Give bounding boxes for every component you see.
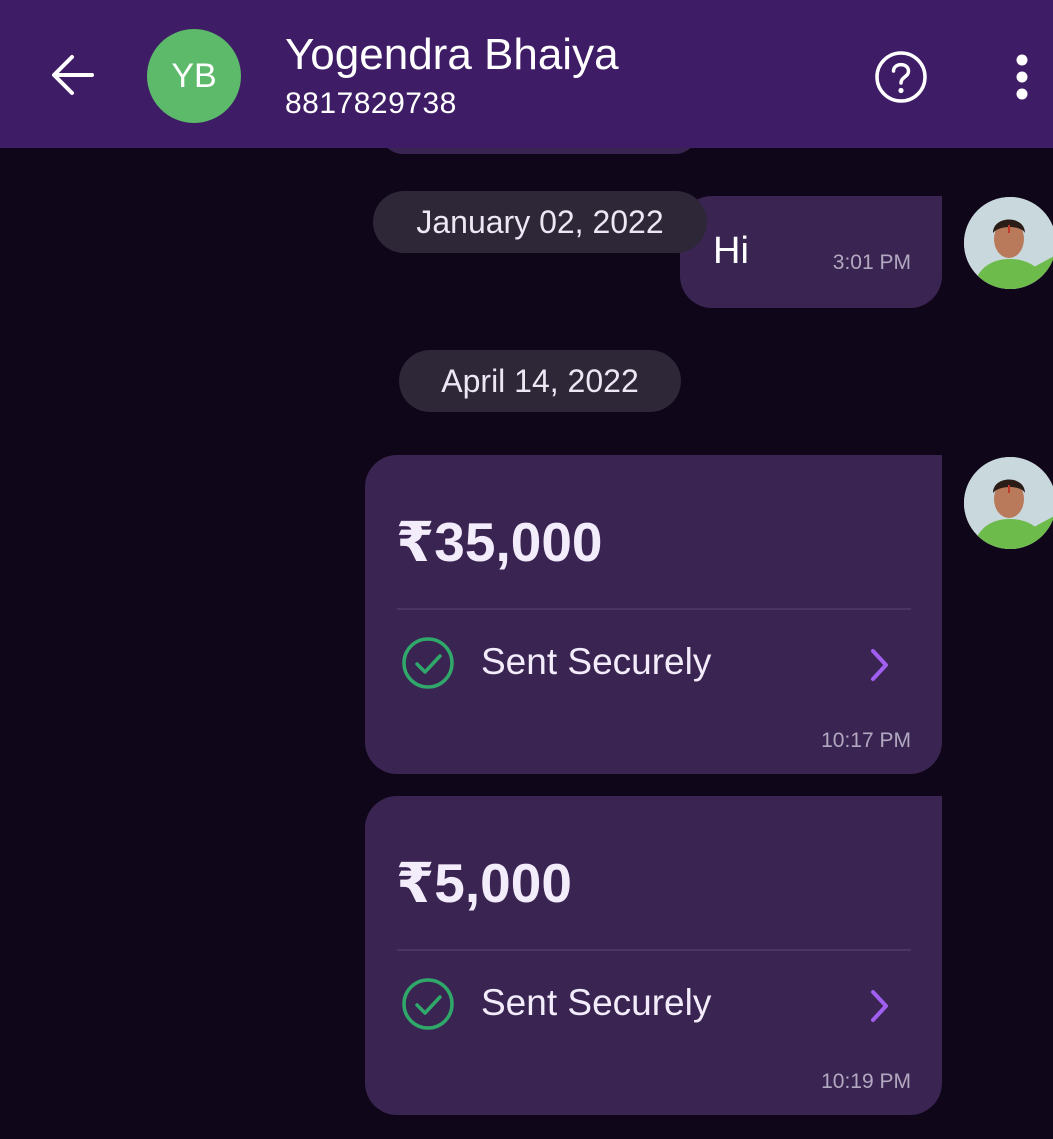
message-time: 10:17 PM <box>821 729 911 752</box>
check-circle-icon <box>402 978 454 1030</box>
message-time: 10:19 PM <box>821 1070 911 1093</box>
message-time: 3:01 PM <box>832 251 911 274</box>
user-avatar[interactable] <box>964 197 1053 289</box>
user-photo-icon <box>964 197 1053 289</box>
user-photo-icon <box>964 457 1053 549</box>
contact-avatar[interactable]: YB <box>147 29 241 123</box>
divider <box>397 608 911 610</box>
chevron-right-icon[interactable] <box>864 645 894 685</box>
chevron-right-icon[interactable] <box>864 986 894 1026</box>
date-chip: April 14, 2022 <box>399 350 681 412</box>
chat-header: YB Yogendra Bhaiya 8817829738 <box>0 0 1053 148</box>
payment-status: Sent Securely <box>481 641 712 682</box>
date-chip: January 02, 2022 <box>373 191 707 253</box>
user-avatar[interactable] <box>964 457 1053 549</box>
arrow-left-icon[interactable] <box>44 44 104 104</box>
chat-thread[interactable]: Hi 3:01 PM January 02, 2022 April 14, 20… <box>0 148 1053 1139</box>
payment-status: Sent Securely <box>481 982 712 1023</box>
contact-phone: 8817829738 <box>285 87 457 120</box>
previous-message-bubble[interactable] <box>380 148 698 154</box>
more-vertical-icon[interactable] <box>1006 52 1038 102</box>
question-circle-icon[interactable] <box>874 50 928 104</box>
payment-amount: ₹5,000 <box>396 852 572 914</box>
payment-card[interactable] <box>365 455 942 774</box>
contact-name[interactable]: Yogendra Bhaiya <box>285 30 619 80</box>
payment-card[interactable] <box>365 796 942 1115</box>
payment-amount: ₹35,000 <box>396 511 603 573</box>
message-text: Hi <box>713 230 749 272</box>
divider <box>397 949 911 951</box>
check-circle-icon <box>402 637 454 689</box>
